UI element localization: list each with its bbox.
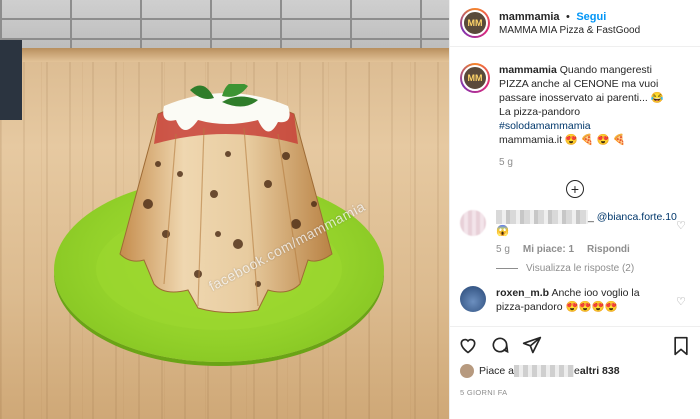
- avatar[interactable]: [460, 286, 486, 313]
- heart-icon[interactable]: ♡: [676, 296, 688, 308]
- heart-icon[interactable]: ♡: [676, 220, 688, 232]
- post-sidebar: MM mammamia • Segui MAMMA MIA Pizza & Fa…: [449, 0, 700, 419]
- header-text: mammamia • Segui MAMMA MIA Pizza & FastG…: [499, 9, 640, 38]
- avatar-image: MM: [462, 65, 488, 91]
- caption-line-3: passare inosservato ai parenti... 😂: [499, 92, 664, 104]
- likes-others[interactable]: altri 838: [580, 365, 620, 377]
- action-bar: [450, 326, 700, 362]
- caption-hashtag[interactable]: #solodamammamia: [499, 119, 664, 133]
- bookmark-icon[interactable]: [672, 336, 690, 356]
- share-icon[interactable]: [522, 335, 542, 355]
- blurred-liker-name[interactable]: [514, 365, 575, 377]
- caption-avatar[interactable]: MM: [460, 63, 490, 93]
- username[interactable]: mammamia: [499, 11, 560, 23]
- likes-summary: Piace a e altri 838: [450, 362, 700, 380]
- instagram-post: facebook.com/mammamia MM mammamia • Segu…: [0, 0, 700, 419]
- comment-body: _ @bianca.forte.10 😱: [496, 210, 690, 238]
- table-edge: [0, 48, 449, 62]
- caption-line-1: Quando mangeresti: [556, 64, 652, 76]
- comment-meta: 5 g Mi piace: 1 Rispondi: [496, 244, 690, 255]
- reply-button[interactable]: Rispondi: [587, 244, 630, 255]
- view-replies-label: Visualizza le risposte (2): [526, 263, 635, 275]
- comment-item: roxen_m.b Anche ioo voglio la pizza-pand…: [460, 286, 690, 314]
- caption: MM mammamia Quando mangeresti PIZZA anch…: [460, 63, 690, 170]
- comment-item: _ @bianca.forte.10 😱 ♡: [460, 210, 690, 238]
- caption-body: mammamia Quando mangeresti PIZZA anche a…: [499, 63, 664, 170]
- comment-username[interactable]: roxen_m.b: [496, 287, 549, 299]
- heart-icon[interactable]: [458, 335, 478, 355]
- comment-text: Anche ioo voglio la: [549, 287, 640, 300]
- post-header: MM mammamia • Segui MAMMA MIA Pizza & Fa…: [450, 0, 700, 47]
- comment-emoji: 😱: [496, 225, 510, 238]
- plus-circle-icon[interactable]: +: [566, 180, 584, 198]
- blurred-avatar[interactable]: [460, 210, 486, 236]
- comment-body: roxen_m.b Anche ioo voglio la pizza-pand…: [496, 286, 640, 314]
- comment-time: 5 g: [496, 244, 510, 256]
- location-subtitle[interactable]: MAMMA MIA Pizza & FastGood: [499, 24, 640, 38]
- chair: [0, 40, 22, 120]
- avatar[interactable]: MM: [460, 8, 490, 38]
- caption-time: 5 g: [499, 157, 513, 168]
- caption-line-6: mammamia.it 😍 🍕 😍 🍕: [499, 134, 626, 146]
- caption-username[interactable]: mammamia: [499, 64, 557, 76]
- comments-list[interactable]: MM mammamia Quando mangeresti PIZZA anch…: [450, 47, 700, 326]
- separator-dot: •: [566, 10, 570, 23]
- comment-icon[interactable]: [490, 335, 510, 355]
- liker-avatar[interactable]: [460, 364, 474, 378]
- caption-line-4: La pizza-pandoro: [499, 106, 581, 118]
- post-photo[interactable]: facebook.com/mammamia: [0, 0, 449, 419]
- view-replies[interactable]: Visualizza le risposte (2): [496, 263, 690, 274]
- comment-likes[interactable]: Mi piace: 1: [523, 244, 574, 255]
- bottom-spacer: [450, 397, 700, 419]
- follow-button[interactable]: Segui: [576, 11, 606, 23]
- comment-suffix: _: [588, 211, 594, 223]
- replies-divider: [496, 268, 518, 270]
- blurred-username: [496, 210, 588, 225]
- avatar-image: MM: [462, 10, 488, 36]
- comment-text-line-2: pizza-pandoro 😍😍😍😍: [496, 301, 618, 314]
- comment-mention[interactable]: @bianca.forte.10: [597, 211, 677, 223]
- likes-prefix: Piace a: [479, 365, 515, 377]
- post-timestamp[interactable]: 5 GIORNI FA: [450, 380, 700, 397]
- caption-line-2: PIZZA anche al CENONE ma vuoi: [499, 78, 659, 90]
